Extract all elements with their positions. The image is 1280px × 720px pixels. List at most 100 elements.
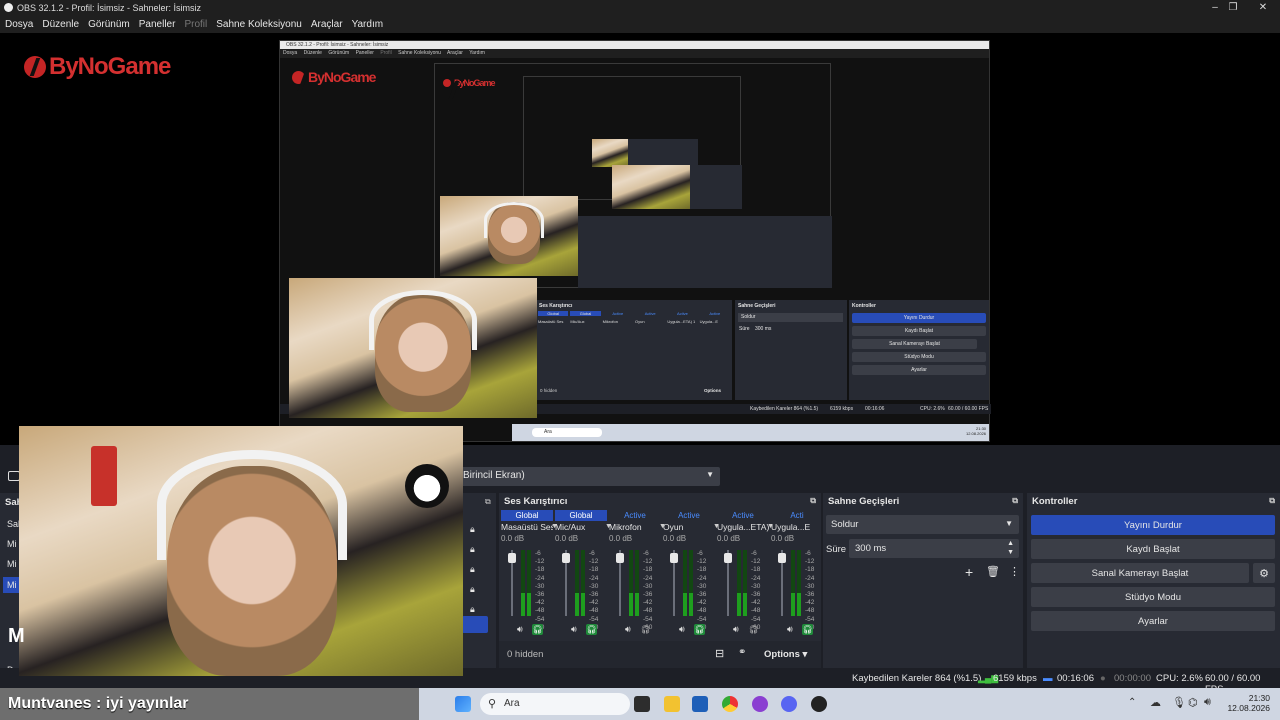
scene-item[interactable]: Mi <box>7 559 17 569</box>
channel-name[interactable]: Masaüstü Ses <box>501 521 553 534</box>
chrome-icon[interactable] <box>722 696 738 712</box>
browser-icon[interactable] <box>752 696 768 712</box>
chevron-up-icon[interactable]: ⌃ <box>1128 697 1136 708</box>
menu-paneller[interactable]: Paneller <box>139 19 176 30</box>
menu-araclar[interactable]: Araçlar <box>311 19 343 30</box>
start-recording-button[interactable]: Kaydı Başlat <box>1031 539 1275 559</box>
fader-handle[interactable] <box>778 553 786 563</box>
gear-icon[interactable]: ⚙ <box>1253 563 1275 583</box>
speaker-icon[interactable]: 🔊︎ <box>517 624 523 635</box>
scene-item[interactable]: Mi <box>7 539 17 549</box>
taskbar-time: 21:30 <box>1248 693 1270 703</box>
microphone-icon[interactable]: 🎙︎ <box>1172 696 1186 709</box>
transition-select[interactable]: Soldur ▼ <box>826 515 1019 534</box>
nested-brand-text: ByNoGame <box>308 69 376 85</box>
fader-handle[interactable] <box>724 553 732 563</box>
headphones-monitor-icon[interactable]: 🎧︎ <box>586 624 597 635</box>
dock-undock-icon[interactable]: ⧉ <box>485 497 491 507</box>
start-virtual-camera-button[interactable]: Sanal Kamerayı Başlat <box>1031 563 1249 583</box>
menu-yardim[interactable]: Yardım <box>352 19 384 30</box>
meter-scale-tick: -24 <box>535 574 545 582</box>
fader-handle[interactable] <box>562 553 570 563</box>
meter-scale-tick: -42 <box>697 599 707 607</box>
layout-toggle-icon[interactable]: ⊟ <box>715 647 724 660</box>
dock-undock-icon[interactable]: ⧉ <box>1012 496 1018 506</box>
fader-handle[interactable] <box>508 553 516 563</box>
trash-icon[interactable]: 🗑︎ <box>986 565 1000 578</box>
level-meter <box>737 593 741 616</box>
headphones-monitor-icon[interactable]: 🎧︎ <box>640 624 651 635</box>
discord-icon[interactable] <box>781 696 797 712</box>
meter-scale-tick: -18 <box>697 566 707 574</box>
taskbar-search[interactable]: ⚲ Ara <box>480 693 630 715</box>
meter-scale-tick: -48 <box>697 607 707 615</box>
headphones-monitor-icon[interactable]: 🎧︎ <box>802 624 813 635</box>
network-icon[interactable]: ⌬ <box>1188 696 1198 709</box>
studio-mode-button[interactable]: Stüdyo Modu <box>1031 587 1275 607</box>
menu-duzenle[interactable]: Düzenle <box>42 19 79 30</box>
nested-menu-item: Yardım <box>469 50 485 56</box>
cloud-icon[interactable]: ☁ <box>1150 696 1161 709</box>
duration-input[interactable]: 300 ms ▲ ▼ <box>849 539 1019 558</box>
nested-btn-studio: Stüdyo Modu <box>852 352 986 362</box>
channel-name[interactable]: Mikrofon <box>609 521 661 534</box>
add-transition-icon[interactable]: + <box>965 564 973 580</box>
nested-status-cpu: CPU: 2.6% <box>920 406 945 412</box>
store-icon[interactable] <box>692 696 708 712</box>
channel-volume-db: 0.0 dB <box>663 534 687 543</box>
more-options-icon[interactable]: ⋮ <box>1009 565 1020 578</box>
menu-profil[interactable]: Profil <box>184 19 207 30</box>
stream-icon: ▬ <box>1043 673 1053 684</box>
lock-icon[interactable]: 🔒︎ <box>470 539 475 559</box>
meter-scale-tick: -36 <box>535 591 545 599</box>
display-source-select[interactable]: Birincil Ekran) ▼ <box>455 467 720 486</box>
menu-dosya[interactable]: Dosya <box>5 19 33 30</box>
level-meter <box>527 593 531 616</box>
nested-brand-logo-2: ByNoGame <box>443 78 496 88</box>
volume-icon[interactable]: 🔊︎ <box>1204 696 1211 709</box>
nested-chip: Active <box>709 311 721 316</box>
settings-button[interactable]: Ayarlar <box>1031 611 1275 631</box>
lock-icon[interactable]: 🔒︎ <box>470 579 475 599</box>
nested-webcam-1 <box>289 278 537 418</box>
speaker-icon[interactable]: 🔊︎ <box>787 624 793 635</box>
speaker-icon[interactable]: 🔊︎ <box>571 624 577 635</box>
menu-gorunum[interactable]: Görünüm <box>88 19 130 30</box>
obs-taskbar-icon[interactable] <box>811 696 827 712</box>
channel-status-chip: Active <box>624 511 646 520</box>
webcam-headphones <box>157 450 347 560</box>
status-stream-time: 00:16:06 <box>1057 673 1094 684</box>
dock-undock-icon[interactable]: ⧉ <box>1269 496 1275 506</box>
headphones-monitor-icon[interactable]: 🎧︎ <box>532 624 543 635</box>
speaker-icon[interactable]: 🔊︎ <box>733 624 739 635</box>
menu-sahne-koleksiyonu[interactable]: Sahne Koleksiyonu <box>216 19 302 30</box>
channel-name[interactable]: Oyun <box>663 521 715 534</box>
meter-scale-tick: -6 <box>751 550 757 557</box>
link-icon[interactable]: ⚭ <box>738 647 746 658</box>
channel-name[interactable]: Uygula...E <box>771 521 821 534</box>
speaker-icon[interactable]: 🔊︎ <box>625 624 631 635</box>
speaker-icon[interactable]: 🔊︎ <box>679 624 685 635</box>
headphones-monitor-icon[interactable]: 🎧︎ <box>694 624 705 635</box>
lock-icon[interactable]: 🔒︎ <box>470 519 475 539</box>
selected-source-row[interactable] <box>462 616 488 633</box>
file-explorer-icon[interactable] <box>664 696 680 712</box>
windows-start-icon[interactable] <box>455 696 471 712</box>
fader-handle[interactable] <box>670 553 678 563</box>
maximize-icon[interactable]: ❐ <box>1218 0 1248 15</box>
fader-handle[interactable] <box>616 553 624 563</box>
channel-name[interactable]: Mic/Aux <box>555 521 607 534</box>
task-view-icon[interactable] <box>634 696 650 712</box>
nested-controls-title: Kontroller <box>852 303 876 309</box>
lock-icon[interactable]: 🔒︎ <box>470 559 475 579</box>
nested-duration-value: 300 ms <box>755 326 772 332</box>
mixer-options-button[interactable]: Options ▾ <box>764 649 807 660</box>
taskbar-clock[interactable]: 21:30 12.08.2026 <box>1226 693 1270 713</box>
stop-streaming-button[interactable]: Yayını Durdur <box>1031 515 1275 535</box>
close-icon[interactable]: ✕ <box>1248 0 1278 15</box>
channel-name[interactable]: Uygula...ETA) 2 <box>717 521 769 534</box>
headphones-monitor-icon[interactable]: 🎧︎ <box>748 624 759 635</box>
dock-undock-icon[interactable]: ⧉ <box>810 496 816 506</box>
channel-status-chip: Acti <box>790 511 804 520</box>
spin-arrows-icon[interactable]: ▲ ▼ <box>1007 539 1014 557</box>
